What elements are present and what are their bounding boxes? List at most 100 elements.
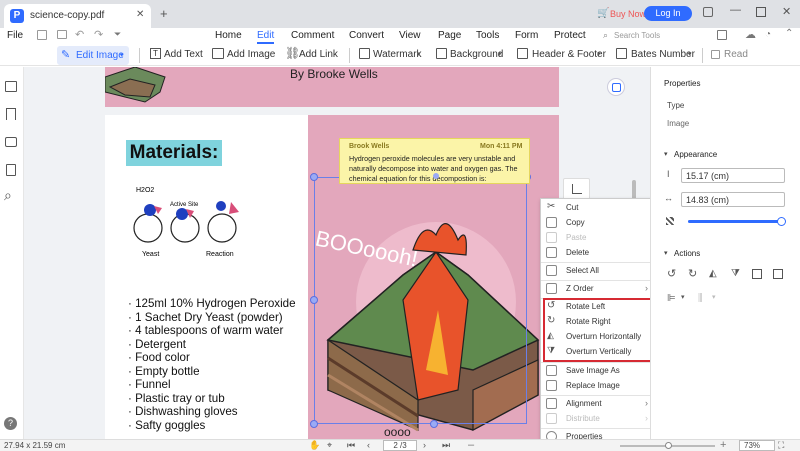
- chevron-down-icon[interactable]: ▾: [712, 293, 716, 301]
- next-page-icon[interactable]: ›: [423, 440, 426, 450]
- page-number-field[interactable]: 2 /3: [383, 440, 417, 451]
- resize-handle[interactable]: [310, 296, 318, 304]
- flip-vertical-icon[interactable]: ⧩: [731, 268, 740, 279]
- new-tab-icon[interactable]: +: [160, 6, 168, 21]
- opacity-slider-thumb[interactable]: [777, 217, 786, 226]
- print-icon[interactable]: [57, 30, 67, 39]
- buy-now-link[interactable]: Buy Now: [610, 9, 646, 19]
- read-checkbox[interactable]: [711, 50, 720, 59]
- page-1-rock-illustration: [105, 67, 166, 103]
- menu-item-replace-image[interactable]: Replace Image: [541, 379, 656, 394]
- add-text-button[interactable]: Add Text: [164, 49, 203, 60]
- menu-item-cut[interactable]: ✂ Cut: [541, 201, 656, 216]
- menu-item-z-order[interactable]: Z Order ›: [541, 282, 656, 297]
- flip-horizontal-icon[interactable]: ◭: [709, 268, 717, 279]
- width-field[interactable]: [681, 192, 785, 207]
- menu-tools[interactable]: Tools: [476, 30, 499, 41]
- opacity-slider-fill: [688, 220, 782, 223]
- thumbnails-icon[interactable]: [5, 81, 17, 92]
- close-tab-icon[interactable]: ✕: [136, 9, 144, 20]
- menu-item-save-image-as[interactable]: Save Image As: [541, 364, 656, 379]
- zoom-in-icon[interactable]: +: [720, 439, 726, 451]
- add-image-button[interactable]: Add Image: [227, 49, 275, 60]
- rotate-left-icon[interactable]: ↺: [667, 267, 676, 280]
- menu-edit[interactable]: Edit: [257, 30, 274, 41]
- first-page-icon[interactable]: ⏮: [347, 440, 355, 451]
- menu-protect[interactable]: Protect: [554, 30, 586, 41]
- export-icon[interactable]: [717, 30, 727, 40]
- quick-access-dropdown-icon[interactable]: ⏷: [114, 29, 121, 40]
- menu-item-alignment[interactable]: Alignment ›: [541, 397, 656, 412]
- image-selection-frame[interactable]: [314, 177, 527, 424]
- zoom-level-field[interactable]: 73%: [739, 440, 775, 451]
- resize-handle[interactable]: [310, 173, 318, 181]
- height-field[interactable]: [681, 168, 785, 183]
- add-text-icon: T: [150, 48, 161, 59]
- menu-page[interactable]: Page: [438, 30, 461, 41]
- alignment-icon: [546, 398, 557, 409]
- list-item: · Dishwashing gloves: [128, 405, 238, 418]
- previous-page-icon[interactable]: ‹: [367, 440, 370, 450]
- replace-image-icon[interactable]: [773, 269, 783, 279]
- search-panel-icon[interactable]: ⌕: [4, 187, 12, 204]
- bates-number-button[interactable]: Bates Number: [631, 49, 695, 60]
- hand-tool-icon[interactable]: ✋: [309, 440, 320, 451]
- type-value: Image: [667, 119, 690, 128]
- opacity-slider-track[interactable]: [688, 220, 782, 223]
- maximize-icon[interactable]: [756, 7, 766, 17]
- save-icon[interactable]: [37, 30, 47, 40]
- background-button[interactable]: Background: [450, 49, 503, 60]
- menu-item-distribute[interactable]: Distribute ›: [541, 412, 656, 427]
- minimize-icon[interactable]: —: [730, 4, 741, 16]
- cart-icon[interactable]: 🛒: [597, 8, 609, 19]
- align-icon[interactable]: ⊫: [667, 293, 676, 304]
- watermark-button[interactable]: Watermark: [373, 49, 422, 60]
- ai-assistant-button[interactable]: [607, 78, 625, 96]
- undo-icon[interactable]: ↶: [75, 28, 84, 41]
- comment-icon[interactable]: [5, 137, 17, 147]
- login-button[interactable]: Log In: [644, 6, 692, 21]
- select-tool-icon[interactable]: ⌖: [327, 440, 332, 451]
- resize-handle[interactable]: [310, 420, 318, 428]
- zoom-out-icon[interactable]: –: [468, 439, 474, 451]
- search-tools-field[interactable]: Search Tools: [614, 31, 660, 40]
- fit-page-icon[interactable]: ⛶: [778, 440, 784, 451]
- menu-item-select-all[interactable]: Select All: [541, 264, 656, 279]
- rotate-right-icon[interactable]: ↻: [688, 267, 697, 280]
- menu-item-delete[interactable]: Delete: [541, 246, 656, 261]
- menu-form[interactable]: Form: [515, 30, 538, 41]
- menu-view[interactable]: View: [399, 30, 421, 41]
- edit-image-button[interactable]: ✎ Edit Image ▾: [57, 46, 129, 65]
- menu-item-copy[interactable]: Copy: [541, 216, 656, 231]
- last-page-icon[interactable]: ⏭: [442, 440, 450, 451]
- chevron-down-icon: ▾: [417, 51, 421, 58]
- distribute-icon[interactable]: ⫼: [698, 293, 703, 304]
- cloud-upload-icon[interactable]: ☁: [745, 28, 756, 41]
- bookmark-icon[interactable]: [6, 108, 16, 120]
- message-icon[interactable]: [703, 7, 713, 17]
- menu-comment[interactable]: Comment: [291, 30, 334, 41]
- chevron-down-icon[interactable]: ▾: [664, 249, 668, 257]
- toolbar-divider: [349, 48, 350, 63]
- menu-file[interactable]: File: [7, 30, 23, 41]
- add-link-button[interactable]: Add Link: [299, 49, 338, 60]
- collapse-icon[interactable]: ⌃: [785, 28, 793, 39]
- redo-icon[interactable]: ↷: [94, 28, 103, 41]
- appearance-section[interactable]: Appearance: [674, 150, 717, 159]
- help-icon[interactable]: ◔: [765, 29, 771, 40]
- resize-handle[interactable]: [430, 420, 438, 428]
- menu-item-paste[interactable]: Paste: [541, 231, 656, 246]
- menu-convert[interactable]: Convert: [349, 30, 384, 41]
- vertical-scrollbar[interactable]: [632, 180, 636, 200]
- attachment-icon[interactable]: [6, 164, 16, 176]
- chevron-down-icon[interactable]: ▾: [681, 293, 685, 301]
- chevron-down-icon[interactable]: ▾: [664, 150, 668, 158]
- close-window-icon[interactable]: ✕: [782, 5, 791, 18]
- actions-section[interactable]: Actions: [674, 249, 700, 258]
- zoom-slider-thumb[interactable]: [665, 442, 672, 449]
- help-circle-icon[interactable]: ?: [4, 417, 17, 430]
- document-tab[interactable]: P science-copy.pdf ✕: [4, 4, 151, 28]
- crop-icon[interactable]: [752, 269, 762, 279]
- menu-home[interactable]: Home: [215, 30, 242, 41]
- header-footer-button[interactable]: Header & Footer: [532, 49, 606, 60]
